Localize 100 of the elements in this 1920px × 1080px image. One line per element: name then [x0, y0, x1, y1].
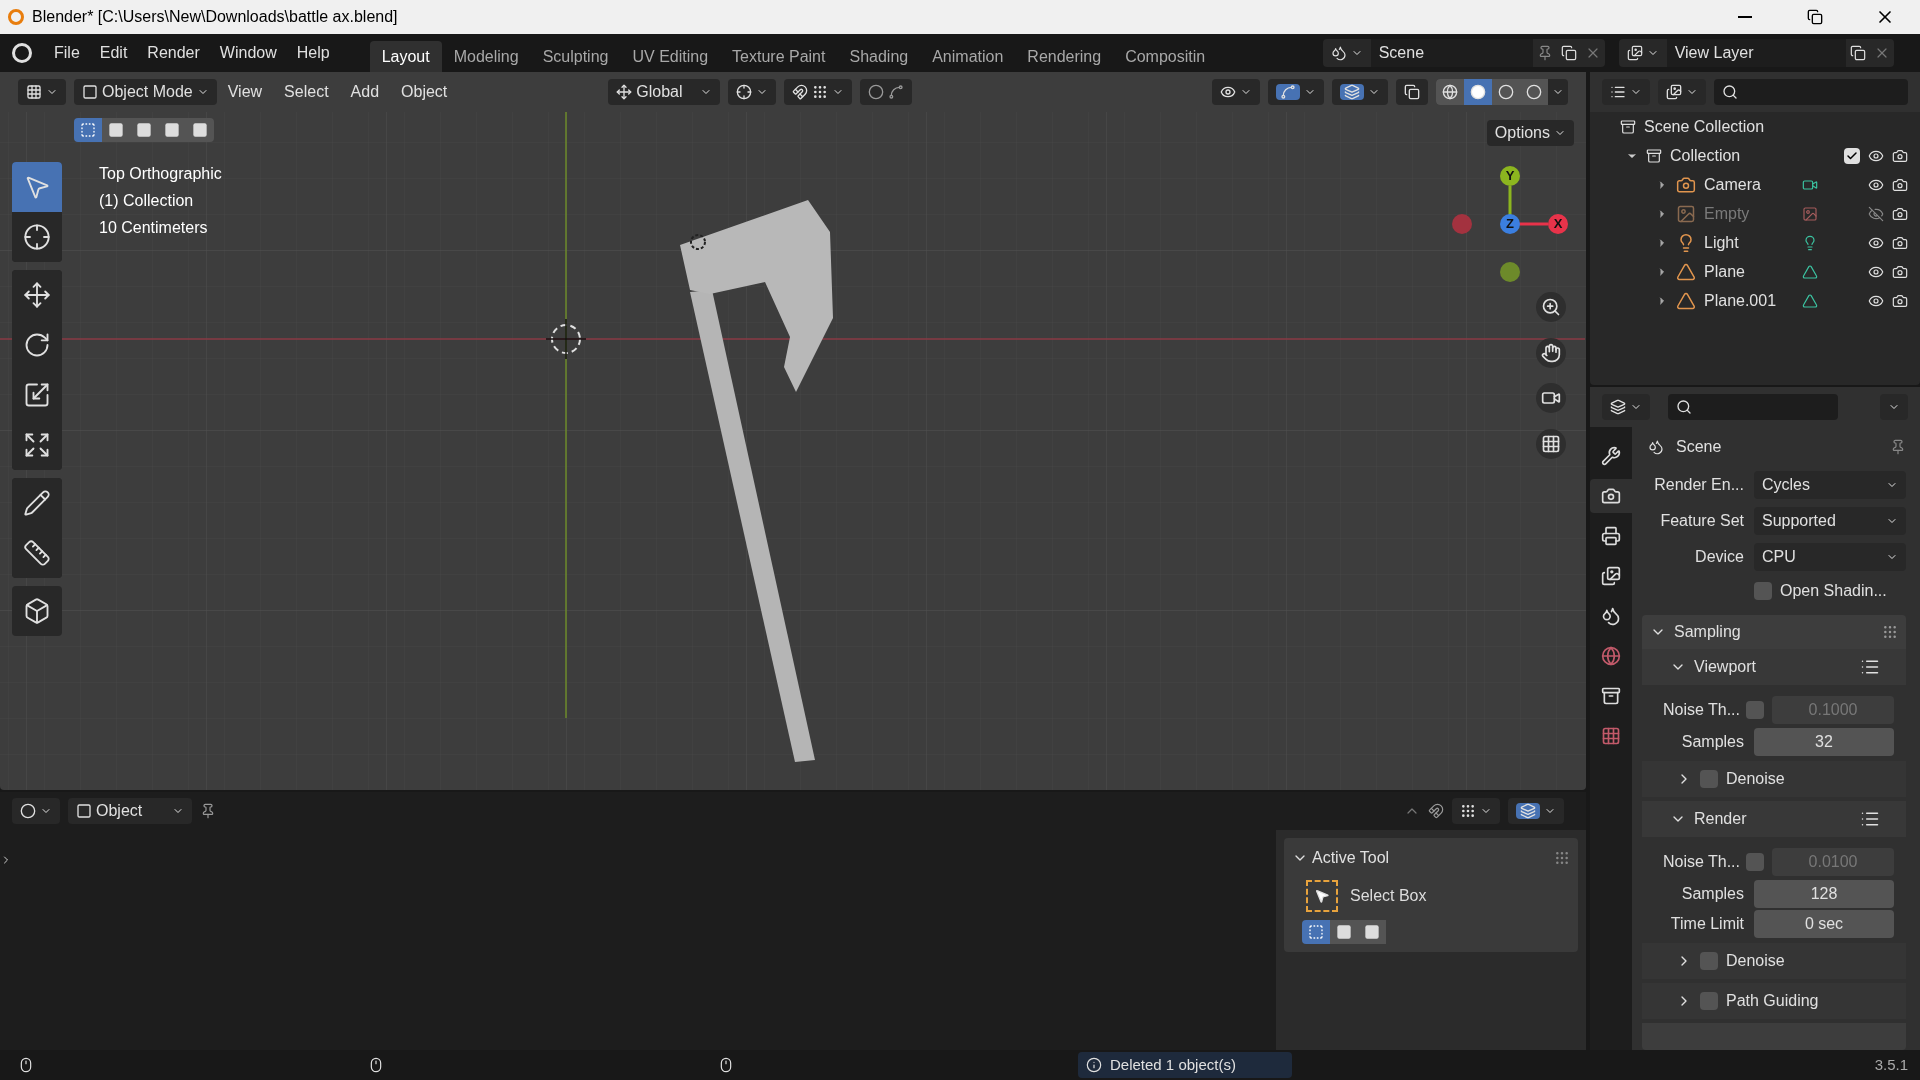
workspace-tab[interactable]: Rendering [1015, 41, 1114, 72]
snap-dropdown[interactable] [1452, 798, 1500, 824]
viewport-menu[interactable]: Select [273, 79, 340, 105]
viewport-menu[interactable]: Object [390, 79, 459, 105]
exclude-checkbox[interactable] [1844, 147, 1860, 164]
selection-mode-button[interactable] [1330, 920, 1358, 944]
overlay-dropdown[interactable] [1508, 798, 1564, 824]
orientation-dropdown[interactable]: Global [608, 79, 721, 105]
xray-toggle[interactable] [1396, 79, 1428, 105]
editor-type-button[interactable] [1602, 394, 1650, 420]
render-toggle-icon[interactable] [1892, 205, 1908, 222]
workspace-tab[interactable]: Compositin [1113, 41, 1218, 72]
viewport-menu[interactable]: View [216, 79, 274, 105]
checkbox[interactable] [1700, 770, 1718, 788]
blender-logo-icon[interactable] [12, 43, 32, 63]
render-toggle-icon[interactable] [1892, 263, 1908, 280]
pin-icon[interactable] [200, 803, 216, 819]
render-toggle-icon[interactable] [1892, 147, 1908, 164]
property-dropdown[interactable]: Supported [1754, 507, 1906, 535]
render-tab[interactable] [1590, 479, 1632, 513]
search-field[interactable] [1714, 79, 1908, 105]
workspace-tab[interactable]: Shading [837, 41, 921, 72]
render-toggle-icon[interactable] [1892, 234, 1908, 251]
checkbox[interactable] [1746, 701, 1764, 719]
mesh-data-icon[interactable] [1802, 292, 1818, 309]
material-shading-button[interactable] [1492, 79, 1520, 105]
drag-handle-icon[interactable] [1554, 850, 1570, 866]
selection-mode-button[interactable] [186, 118, 214, 142]
workspace-tab[interactable]: Modeling [441, 41, 531, 72]
workspace-tab[interactable]: Layout [369, 41, 442, 72]
checkbox[interactable] [1754, 582, 1772, 600]
viewport-menu[interactable]: Add [339, 79, 391, 105]
visibility-dropdown[interactable] [1212, 79, 1260, 105]
light-data-icon[interactable] [1802, 234, 1818, 251]
presets-icon[interactable] [1860, 657, 1880, 677]
scene-icon[interactable] [1330, 45, 1347, 61]
selection-mode-button[interactable] [1358, 920, 1386, 944]
property-dropdown[interactable]: Cycles [1754, 471, 1906, 499]
rendered-shading-button[interactable] [1520, 79, 1548, 105]
context-dropdown[interactable]: Object [68, 798, 192, 824]
outliner-item[interactable]: Light [1704, 230, 1794, 255]
outliner-item[interactable]: Plane.001 [1704, 288, 1794, 313]
outliner-item[interactable]: Camera [1704, 172, 1794, 197]
select-box-tool-button[interactable] [12, 162, 62, 212]
render-toggle-icon[interactable] [1892, 292, 1908, 309]
mode-dropdown[interactable]: Object Mode [74, 79, 217, 105]
drag-handle-icon[interactable] [1882, 624, 1898, 640]
menu-item[interactable]: Help [286, 38, 340, 68]
mesh-data-icon[interactable] [1802, 263, 1818, 280]
view-layer-icon[interactable] [1626, 45, 1643, 61]
pin-icon[interactable] [1890, 439, 1906, 455]
outliner-item[interactable]: Scene Collection [1644, 114, 1765, 139]
snap-dropdown[interactable] [784, 79, 853, 105]
selection-mode-button[interactable] [1302, 920, 1330, 944]
checkbox[interactable] [1700, 992, 1718, 1010]
property-dropdown[interactable]: CPU [1754, 543, 1906, 571]
snap-icon[interactable] [1428, 803, 1444, 819]
filter-button[interactable] [1658, 79, 1706, 105]
editor-type-button[interactable] [12, 798, 60, 824]
solid-shading-button[interactable] [1464, 79, 1492, 105]
number-field[interactable]: 128 [1754, 880, 1894, 908]
3d-cursor-icon[interactable] [545, 318, 587, 360]
editor-type-button[interactable] [18, 79, 66, 105]
outliner-item[interactable]: Plane [1704, 259, 1794, 284]
outliner-item[interactable]: Collection [1670, 143, 1741, 168]
menu-item[interactable]: Render [137, 38, 210, 68]
workspace-tab[interactable]: Sculpting [530, 41, 621, 72]
new-scene-icon[interactable] [1560, 45, 1577, 61]
overlay-dropdown[interactable] [1332, 79, 1388, 105]
pivot-dropdown[interactable] [728, 79, 777, 105]
search-field[interactable] [1668, 394, 1838, 420]
new-layer-icon[interactable] [1849, 45, 1866, 61]
negative-y-axis-icon[interactable] [1500, 262, 1520, 282]
panel-header[interactable]: Sampling [1650, 620, 1741, 644]
workspace-tab[interactable]: Texture Paint [720, 41, 838, 72]
selection-mode-button[interactable] [102, 118, 130, 142]
number-field[interactable]: 0 sec [1754, 910, 1894, 938]
gizmo-dropdown[interactable] [1268, 79, 1324, 105]
image-data-icon[interactable] [1802, 205, 1818, 222]
display-mode-button[interactable] [1602, 79, 1650, 105]
checkbox[interactable] [1746, 853, 1764, 871]
render-toggle-icon[interactable] [1892, 176, 1908, 193]
checkbox[interactable] [1700, 952, 1718, 970]
workspace-tab[interactable]: UV Editing [620, 41, 721, 72]
presets-icon[interactable] [1860, 809, 1880, 829]
hidden-eye-icon[interactable] [1868, 205, 1884, 222]
panel-toggle[interactable]: Active Tool [1292, 846, 1390, 870]
proportional-edit-dropdown[interactable] [860, 79, 913, 105]
menu-item[interactable]: Edit [89, 38, 138, 68]
number-field[interactable]: 32 [1754, 728, 1894, 756]
options-dropdown[interactable]: Options [1486, 120, 1574, 146]
axe-drawing[interactable] [680, 200, 833, 762]
scene-name-field[interactable]: Scene [1370, 39, 1533, 67]
menu-item[interactable]: File [44, 38, 90, 68]
light-object-icon[interactable] [690, 234, 706, 250]
subpanel-header[interactable]: Render [1670, 807, 1747, 831]
wireframe-shading-button[interactable] [1436, 79, 1464, 105]
selection-mode-button[interactable] [74, 118, 102, 142]
menu-item[interactable]: Window [209, 38, 287, 68]
workspace-tab[interactable]: Animation [920, 41, 1016, 72]
